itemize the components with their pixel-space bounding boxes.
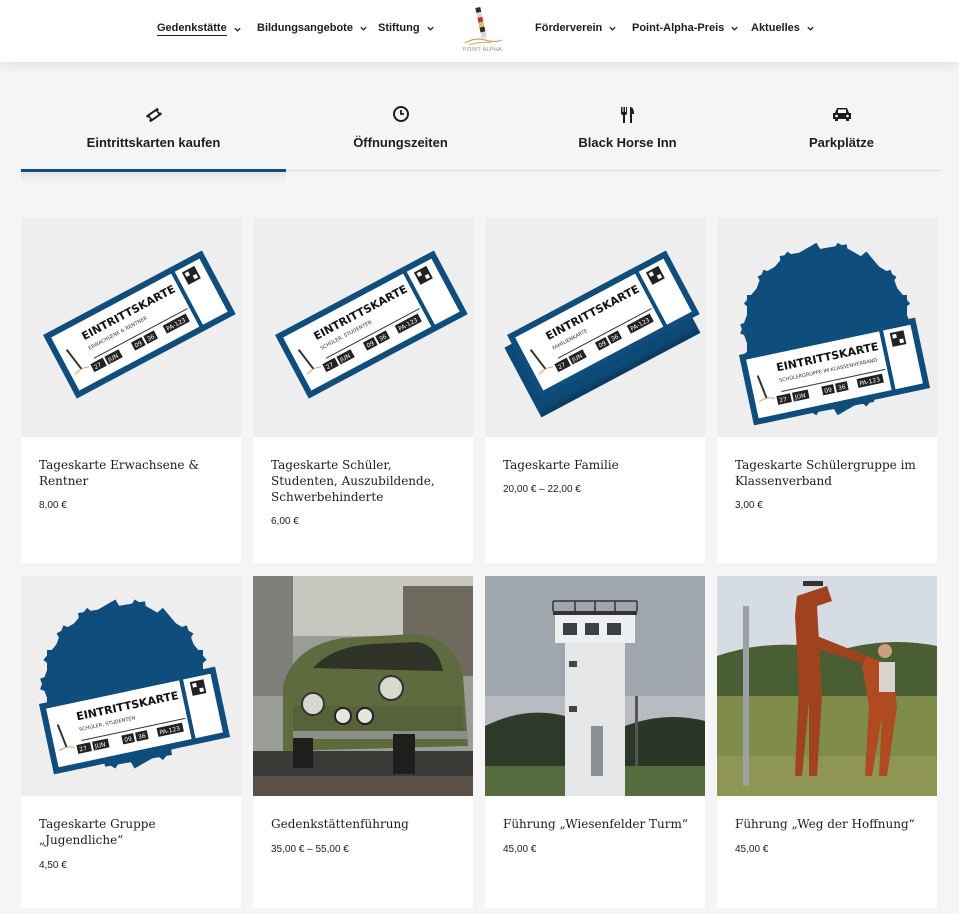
tab-label: Eintrittskarten kaufen [86, 135, 221, 150]
product-card-familie[interactable]: EINTRITTSKARTE FAMILIENKARTE 27 JUN 09 3… [485, 217, 705, 563]
product-card-erwachsene[interactable]: EINTRITTSKARTE ERWACHSENE & RENTNER 27 J… [21, 217, 241, 563]
sculpture-image [717, 576, 937, 796]
car-icon [832, 108, 851, 121]
product-image: EINTRITTSKARTE SCHÜLER, STUDENTEN 27 JUN… [253, 217, 473, 437]
chevron-down-icon [731, 26, 738, 31]
product-image: EINTRITTSKARTE FAMILIENKARTE 27 JUN 09 3… [485, 217, 705, 437]
product-title[interactable]: Tageskarte Schüler, Studenten, Auszubild… [271, 457, 461, 505]
product-price: 45,00 € [503, 844, 537, 855]
product-title[interactable]: Tageskarte Erwachsene & Rentner [39, 457, 229, 489]
cutlery-icon [620, 107, 634, 123]
nav-gedenkstaette[interactable]: Gedenkstätte [157, 22, 242, 36]
logo-text: POINT ALPHA [462, 47, 503, 53]
nav-foerderverein[interactable]: Förderverein [535, 22, 617, 34]
nav-label: Bildungsangebote [257, 22, 353, 34]
tab-label: Öffnungszeiten [353, 135, 448, 150]
clock-icon [392, 106, 409, 122]
product-title[interactable]: Tageskarte Gruppe „Jugendliche“ [39, 816, 229, 848]
site-header: Gedenkstätte Bildungsangebote Stiftung P… [0, 0, 959, 62]
nav-label: Gedenkstätte [157, 22, 227, 36]
chevron-down-icon [234, 27, 241, 32]
ticket-image: EINTRITTSKARTE ERWACHSENE & RENTNER 27 J… [42, 249, 237, 400]
ticket-fan-image: EINTRITTSKARTE SCHÜLERGRUPPE IM KLASSENV… [738, 242, 932, 427]
product-price: 3,00 € [735, 500, 763, 511]
product-price: 6,00 € [271, 516, 299, 527]
product-title[interactable]: Führung „Weg der Hoffnung“ [735, 816, 925, 832]
tab-shadow [21, 171, 286, 185]
product-image: EINTRITTSKARTE SCHÜLER, STUDENTEN 27 JUN… [21, 576, 241, 796]
chevron-down-icon [360, 26, 367, 31]
product-card-gedenkstaettenfuehrung[interactable]: Gedenkstättenführung 35,00 € – 55,00 € [253, 576, 473, 908]
product-price: 45,00 € [735, 844, 769, 855]
trabant-photo [253, 576, 473, 796]
chevron-down-icon [426, 26, 434, 31]
nav-label: Point-Alpha-Preis [632, 22, 725, 34]
logo-mark [464, 6, 503, 46]
info-tabs: Eintrittskarten kaufen Öffnungszeiten Bl… [21, 95, 942, 172]
product-card-jugendliche[interactable]: EINTRITTSKARTE SCHÜLER, STUDENTEN 27 JUN… [21, 576, 241, 908]
ticket-image: EINTRITTSKARTE SCHÜLER, STUDENTEN 27 JUN… [274, 249, 469, 400]
product-title[interactable]: Führung „Wiesenfelder Turm“ [503, 816, 693, 832]
chevron-down-icon [609, 26, 616, 31]
product-card-schueler[interactable]: EINTRITTSKARTE SCHÜLER, STUDENTEN 27 JUN… [253, 217, 473, 563]
ticket-icon [145, 107, 162, 123]
trabant-car-image [253, 576, 473, 796]
product-image: EINTRITTSKARTE ERWACHSENE & RENTNER 27 J… [21, 217, 241, 437]
tab-eintrittskarten[interactable]: Eintrittskarten kaufen [21, 95, 286, 172]
nav-aktuelles[interactable]: Aktuelles [751, 22, 815, 34]
product-card-wiesenfelder-turm[interactable]: Führung „Wiesenfelder Turm“ 45,00 € [485, 576, 705, 908]
tower-photo [485, 576, 705, 796]
chevron-down-icon [807, 26, 814, 31]
ticket-fan-image: EINTRITTSKARTE SCHÜLER, STUDENTEN 27 JUN… [38, 599, 232, 776]
product-image: EINTRITTSKARTE SCHÜLERGRUPPE IM KLASSENV… [717, 217, 937, 437]
nav-bildungsangebote[interactable]: Bildungsangebote [257, 22, 368, 34]
tab-label: Parkplätze [808, 135, 875, 150]
nav-point-alpha-preis[interactable]: Point-Alpha-Preis [632, 22, 739, 34]
tab-parkplaetze[interactable]: Parkplätze [709, 95, 959, 170]
product-card-weg-der-hoffnung[interactable]: Führung „Weg der Hoffnung“ 45,00 € [717, 576, 937, 908]
product-price: 20,00 € – 22,00 € [503, 484, 581, 495]
point-alpha-logo[interactable]: POINT ALPHA [455, 3, 510, 58]
product-title[interactable]: Gedenkstättenführung [271, 816, 461, 832]
product-title[interactable]: Tageskarte Schülergruppe im Klassenverba… [735, 457, 925, 489]
product-title[interactable]: Tageskarte Familie [503, 457, 693, 473]
product-card-schuelergruppe[interactable]: EINTRITTSKARTE SCHÜLERGRUPPE IM KLASSENV… [717, 217, 937, 563]
watchtower-image [485, 576, 705, 796]
nav-label: Stiftung [378, 22, 420, 34]
product-price: 4,50 € [39, 860, 67, 871]
tab-oeffnungszeiten[interactable]: Öffnungszeiten [268, 95, 533, 170]
nav-label: Aktuelles [751, 22, 800, 34]
product-price: 8,00 € [39, 500, 67, 511]
ticket-stack-image: EINTRITTSKARTE FAMILIENKARTE 27 JUN 09 3… [504, 249, 701, 418]
nav-stiftung[interactable]: Stiftung [378, 22, 435, 34]
nav-label: Förderverein [535, 22, 603, 34]
sculpture-photo [717, 576, 937, 796]
product-price: 35,00 € – 55,00 € [271, 844, 349, 855]
